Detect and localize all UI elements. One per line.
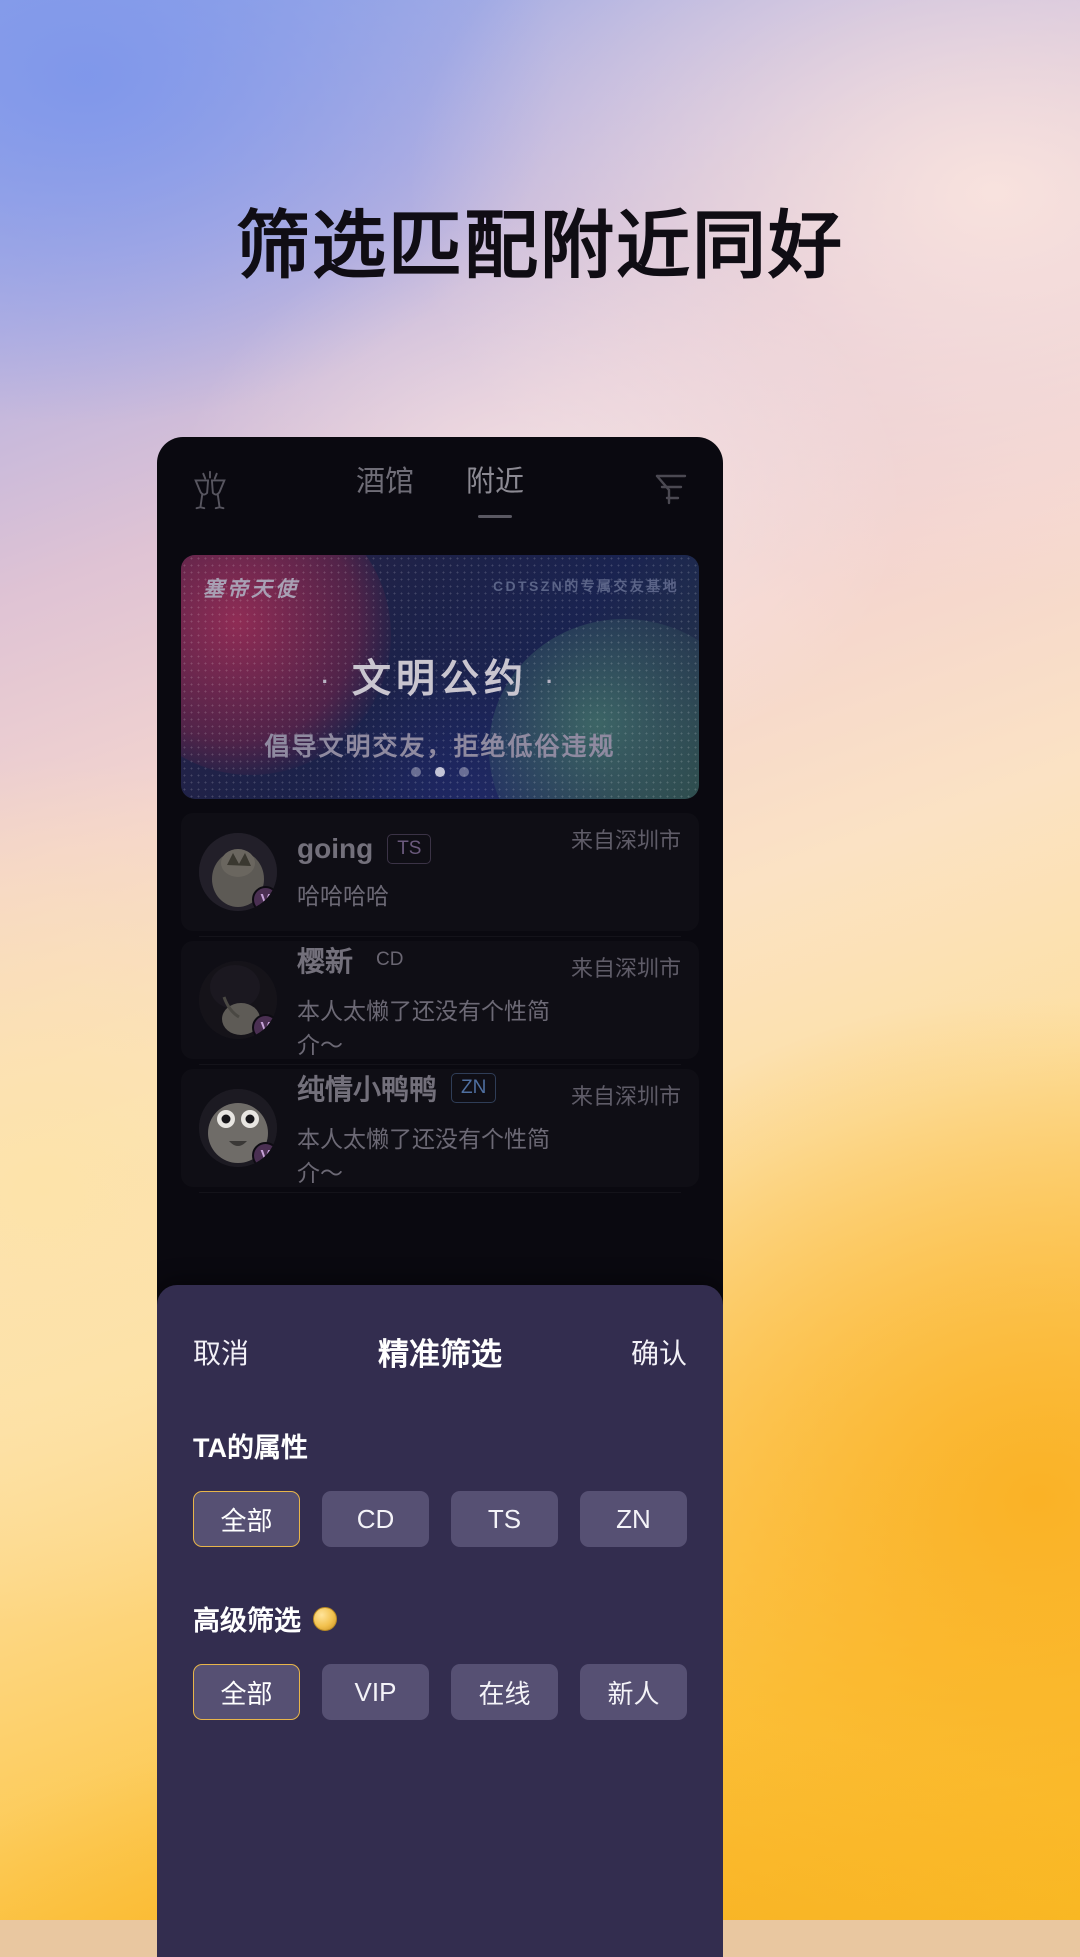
cancel-button[interactable]: 取消	[193, 1332, 249, 1372]
phone-mockup: 酒馆 附近 塞帝天使 CDTSZN的专属交友基地 · 文明公约 · 倡导文明交友，拒…	[157, 437, 723, 1957]
tab-fujin[interactable]: 附近	[466, 459, 524, 505]
promo-banner[interactable]: 塞帝天使 CDTSZN的专属交友基地 · 文明公约 · 倡导文明交友，拒绝低俗违规	[181, 555, 699, 799]
verified-badge-icon: V	[252, 1014, 277, 1039]
list-item-info: going TS 哈哈哈哈	[297, 833, 571, 911]
verified-badge-icon: V	[252, 886, 277, 911]
filter-bottom-sheet: 取消 精准筛选 确认 TA的属性 全部 CD TS ZN 高级筛选 全部 VIP	[157, 1285, 723, 1957]
chip-online[interactable]: 在线	[451, 1664, 558, 1720]
user-bio: 本人太懒了还没有个性简介～	[297, 998, 550, 1058]
list-item[interactable]: V 樱新 CD 本人太懒了还没有个性简介～ 来自深圳市	[181, 940, 699, 1065]
chip-newcomer[interactable]: 新人	[580, 1664, 687, 1720]
banner-title: · 文明公约 ·	[181, 648, 699, 704]
chip-zn[interactable]: ZN	[580, 1491, 687, 1547]
banner-dot-left: ·	[321, 668, 334, 694]
verified-badge-icon: V	[252, 1142, 277, 1167]
user-tag: CD	[376, 949, 404, 970]
list-item[interactable]: V going TS 哈哈哈哈 来自深圳市	[181, 813, 699, 937]
app-navbar: 酒馆 附近	[157, 437, 723, 543]
section-label: TA的属性	[193, 1426, 687, 1465]
chip-group: 全部 VIP 在线 新人	[193, 1664, 687, 1720]
banner-pager	[181, 767, 699, 777]
chip-group: 全部 CD TS ZN	[193, 1491, 687, 1547]
user-location: 来自深圳市	[570, 1084, 681, 1109]
nearby-user-list: V going TS 哈哈哈哈 来自深圳市 V 樱新 CD 本人太懒了还没有个性…	[157, 799, 723, 1193]
list-item[interactable]: V 纯情小鸭鸭 ZN 本人太懒了还没有个性简介～ 来自深圳市	[181, 1068, 699, 1193]
gold-coin-icon	[313, 1606, 337, 1631]
user-tag: TS	[387, 834, 432, 864]
chip-ts[interactable]: TS	[451, 1491, 558, 1547]
user-location: 来自深圳市	[570, 828, 681, 853]
banner-dot-right: ·	[546, 668, 559, 694]
avatar[interactable]: V	[199, 1089, 277, 1167]
section-label-text: TA的属性	[193, 1433, 308, 1463]
chip-all[interactable]: 全部	[193, 1491, 300, 1547]
filter-section-attributes: TA的属性 全部 CD TS ZN	[157, 1426, 723, 1547]
list-item-info: 樱新 CD 本人太懒了还没有个性简介～	[297, 940, 571, 1060]
page-headline: 筛选匹配附近同好	[236, 204, 844, 287]
avatar[interactable]: V	[199, 961, 277, 1039]
user-bio: 本人太懒了还没有个性简介～	[297, 1126, 550, 1186]
user-name: going	[297, 833, 374, 864]
user-bio: 哈哈哈哈	[297, 883, 389, 909]
list-item-info: 纯情小鸭鸭 ZN 本人太懒了还没有个性简介～	[297, 1068, 571, 1188]
section-label: 高级筛选	[193, 1599, 687, 1638]
banner-corner-text: CDTSZN的专属交友基地	[493, 578, 679, 594]
pager-dot[interactable]	[459, 767, 469, 777]
banner-subtitle: 倡导文明交友，拒绝低俗违规	[264, 733, 616, 761]
funnel-icon[interactable]	[651, 465, 695, 511]
pager-dot-active[interactable]	[435, 767, 445, 777]
avatar[interactable]: V	[199, 833, 277, 911]
user-tag: ZN	[451, 1073, 497, 1103]
chip-cd[interactable]: CD	[322, 1491, 429, 1547]
user-location: 来自深圳市	[570, 956, 681, 981]
sheet-title: 精准筛选	[378, 1337, 502, 1372]
section-label-text: 高级筛选	[193, 1606, 301, 1636]
user-name: 纯情小鸭鸭	[297, 1074, 438, 1105]
user-name: 樱新	[297, 946, 354, 977]
nav-tabs: 酒馆 附近	[157, 459, 723, 505]
chip-vip[interactable]: VIP	[322, 1664, 429, 1720]
banner-brand: 塞帝天使	[203, 578, 299, 601]
tab-jiuguan[interactable]: 酒馆	[356, 459, 414, 505]
chip-all[interactable]: 全部	[193, 1664, 300, 1720]
filter-section-advanced: 高级筛选 全部 VIP 在线 新人	[157, 1599, 723, 1720]
banner-title-text: 文明公约	[351, 658, 528, 701]
sheet-header: 取消 精准筛选 确认	[157, 1285, 723, 1374]
pager-dot[interactable]	[411, 767, 421, 777]
confirm-button[interactable]: 确认	[631, 1332, 687, 1372]
